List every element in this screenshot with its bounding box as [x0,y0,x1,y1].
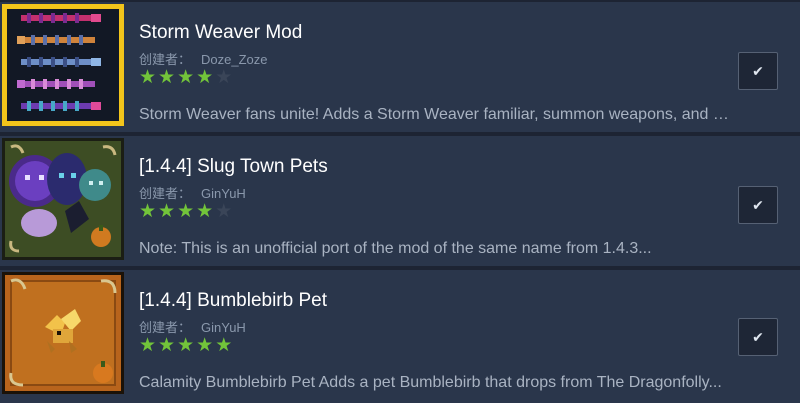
workshop-item-bumblebirb-pet[interactable]: [1.4.4] Bumblebirb Pet 创建者： GinYuH ★★★★★ … [0,270,800,403]
subscribed-toggle-button[interactable]: ✔ [738,318,778,356]
mod-author: 创建者： GinYuH [139,317,246,336]
rating-stars: ★★★★★ [139,68,234,88]
star-filled-icon: ★ [196,335,216,356]
star-empty-icon: ★ [215,67,235,88]
storm-weaver-thumbnail-image [7,9,119,121]
star-filled-icon: ★ [158,201,178,222]
author-label: 创建者： [139,52,192,67]
mod-description: Calamity Bumblebirb Pet Adds a pet Bumbl… [139,374,722,391]
star-filled-icon: ★ [196,67,216,88]
star-filled-icon: ★ [177,335,197,356]
author-name[interactable]: GinYuH [201,320,246,335]
star-empty-icon: ★ [215,201,235,222]
checkmark-icon: ✔ [752,62,764,79]
workshop-item-slug-town-pets[interactable]: [1.4.4] Slug Town Pets 创建者： GinYuH ★★★★★ … [0,136,800,266]
star-filled-icon: ★ [196,201,216,222]
mod-thumbnail[interactable] [2,272,124,394]
author-name[interactable]: GinYuH [201,186,246,201]
author-label: 创建者： [139,320,192,335]
slug-town-pets-thumbnail-image [5,141,121,257]
mod-title[interactable]: Storm Weaver Mod [139,22,302,44]
subscribed-toggle-button[interactable]: ✔ [738,52,778,90]
star-filled-icon: ★ [139,67,159,88]
workshop-item-list: Storm Weaver Mod 创建者： Doze_Zoze ★★★★★ Sto… [0,0,800,403]
checkmark-icon: ✔ [752,196,764,213]
star-filled-icon: ★ [177,67,197,88]
rating-stars: ★★★★★ [139,336,234,356]
star-filled-icon: ★ [215,335,235,356]
mod-author: 创建者： GinYuH [139,183,246,202]
subscribed-toggle-button[interactable]: ✔ [738,186,778,224]
star-filled-icon: ★ [158,335,178,356]
checkmark-icon: ✔ [752,328,764,345]
mod-author: 创建者： Doze_Zoze [139,49,268,68]
author-label: 创建者： [139,186,192,201]
star-filled-icon: ★ [139,335,159,356]
rating-stars: ★★★★★ [139,202,234,222]
author-name[interactable]: Doze_Zoze [201,52,267,67]
star-filled-icon: ★ [139,201,159,222]
bumblebirb-pet-thumbnail-image [5,275,121,391]
mod-thumbnail[interactable] [2,138,124,260]
mod-title[interactable]: [1.4.4] Slug Town Pets [139,156,328,178]
star-filled-icon: ★ [158,67,178,88]
star-filled-icon: ★ [177,201,197,222]
workshop-item-storm-weaver[interactable]: Storm Weaver Mod 创建者： Doze_Zoze ★★★★★ Sto… [0,2,800,132]
mod-description: Note: This is an unofficial port of the … [139,240,652,257]
mod-thumbnail[interactable] [2,4,124,126]
mod-description: Storm Weaver fans unite! Adds a Storm We… [139,106,729,123]
mod-title[interactable]: [1.4.4] Bumblebirb Pet [139,290,327,312]
